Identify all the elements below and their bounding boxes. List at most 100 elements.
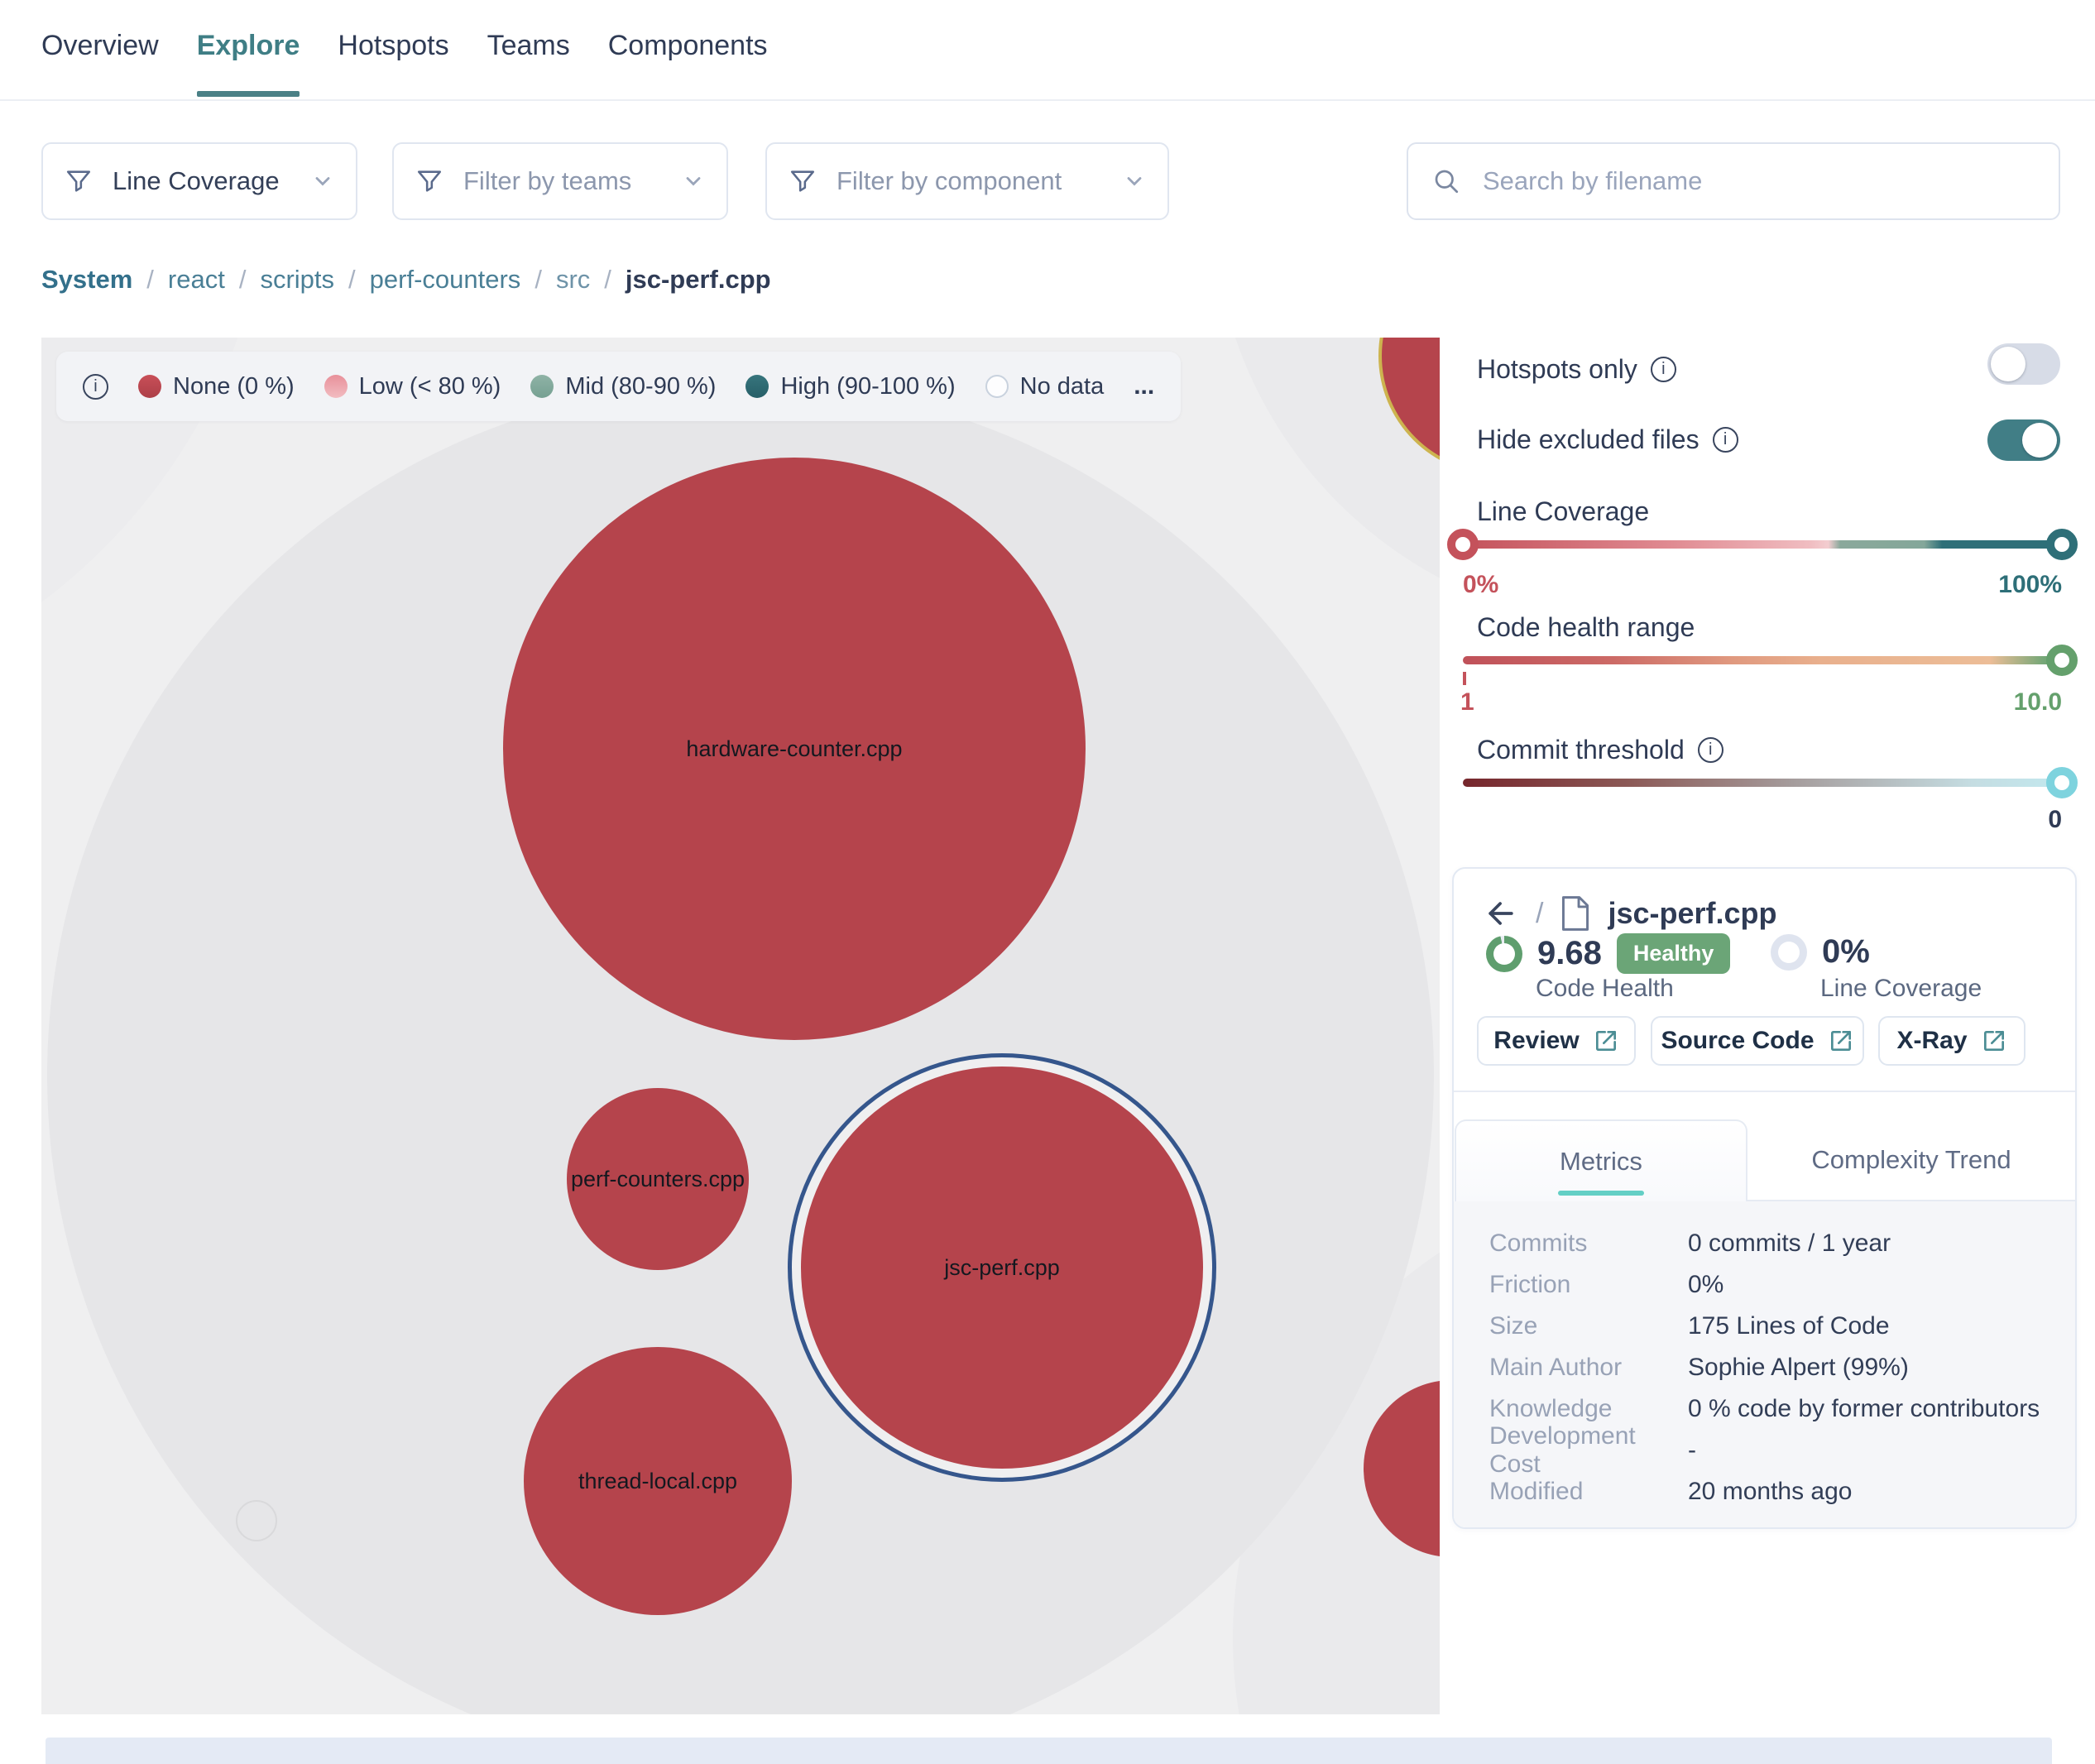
tab-complexity-trend[interactable]: Complexity Trend <box>1747 1119 2075 1200</box>
filename-search <box>1407 142 2060 220</box>
line-coverage-stat-label: Line Coverage <box>1820 975 1982 1003</box>
top-navigation: Overview Explore Hotspots Teams Components <box>0 0 2095 101</box>
hotspots-only-toggle[interactable] <box>1987 343 2060 385</box>
toggle-knob <box>2022 423 2057 458</box>
file-bubble-perf-counters-cpp[interactable]: perf-counters.cpp <box>567 1088 749 1270</box>
card-divider <box>1454 1091 2075 1092</box>
nav-tab-teams[interactable]: Teams <box>487 30 570 97</box>
mid-swatch-icon <box>530 375 554 398</box>
breadcrumb-item-scripts[interactable]: scripts <box>260 265 334 295</box>
metric-value: 0% <box>1688 1271 1723 1299</box>
legend-more[interactable]: ... <box>1134 372 1154 400</box>
line-coverage-max-value: 100% <box>1998 571 2062 599</box>
metric-label: Development Cost <box>1489 1422 1688 1479</box>
hide-excluded-toggle[interactable] <box>1987 419 2060 461</box>
line-coverage-min-handle[interactable] <box>1447 529 1479 560</box>
slider-track[interactable] <box>1463 779 2062 787</box>
line-coverage-max-handle[interactable] <box>2046 529 2078 560</box>
breadcrumb-item-jsc-perf-cpp: jsc-perf.cpp <box>626 265 771 295</box>
coverage-legend: i None (0 %) Low (< 80 %) Mid (80-90 %) Hig… <box>56 352 1181 421</box>
empty-bubble-outline <box>236 1500 277 1541</box>
metric-value: - <box>1688 1436 1696 1464</box>
breadcrumb-item-perf-counters[interactable]: perf-counters <box>370 265 521 295</box>
chevron-down-icon <box>1123 170 1146 193</box>
healthy-badge: Healthy <box>1617 933 1731 974</box>
teams-filter-dropdown[interactable]: Filter by teams <box>392 142 728 220</box>
breadcrumb-separator: / <box>348 265 356 295</box>
legend-item-mid[interactable]: Mid (80-90 %) <box>530 373 716 400</box>
component-filter-placeholder: Filter by component <box>837 166 1101 196</box>
funnel-icon <box>789 167 817 195</box>
metric-filter-dropdown[interactable]: Line Coverage <box>41 142 357 220</box>
nav-tab-hotspots[interactable]: Hotspots <box>338 30 448 97</box>
legend-item-high[interactable]: High (90-100 %) <box>745 373 955 400</box>
bubble-chart-canvas[interactable]: hardware-counter.cpp perf-counters.cpp jsc… <box>41 338 1440 1714</box>
commit-threshold-value: 0 <box>2048 806 2062 834</box>
file-detail-header: / jsc-perf.cpp <box>1483 895 1777 932</box>
funnel-icon <box>65 167 93 195</box>
metric-label: Commits <box>1489 1230 1688 1258</box>
commit-threshold-handle[interactable] <box>2046 767 2078 798</box>
code-health-stat: 9.68 Healthy <box>1486 933 1730 974</box>
bottom-section-edge <box>46 1738 2052 1764</box>
commit-threshold-info-icon[interactable]: i <box>1698 737 1723 763</box>
high-swatch-icon <box>745 375 769 398</box>
metric-value: 0 % code by former contributors <box>1688 1395 2040 1423</box>
bubble-label: thread-local.cpp <box>578 1469 737 1494</box>
line-coverage-min-value: 0% <box>1463 571 1498 599</box>
x-ray-button[interactable]: X-Ray <box>1878 1016 2025 1066</box>
legend-item-label: High (90-100 %) <box>780 373 955 400</box>
toggle-knob <box>1991 347 2025 381</box>
code-health-value: 9.68 <box>1537 935 1602 972</box>
legend-items: None (0 %) Low (< 80 %) Mid (80-90 %) High … <box>138 373 1104 400</box>
slider-track[interactable] <box>1463 540 2062 549</box>
legend-item-nodata[interactable]: No data <box>985 373 1105 400</box>
chevron-down-icon <box>311 170 334 193</box>
hotspots-only-label: Hotspots only i <box>1477 354 1676 385</box>
legend-item-none[interactable]: None (0 %) <box>138 373 295 400</box>
breadcrumb: System/react/scripts/perf-counters/src/j… <box>41 265 771 295</box>
legend-item-label: Mid (80-90 %) <box>565 373 716 400</box>
bubble-label: jsc-perf.cpp <box>944 1255 1060 1281</box>
legend-item-low[interactable]: Low (< 80 %) <box>324 373 501 400</box>
legend-info-icon[interactable]: i <box>83 374 108 400</box>
nav-tab-explore[interactable]: Explore <box>197 30 300 97</box>
nav-tab-components[interactable]: Components <box>608 30 768 97</box>
metric-value: 175 Lines of Code <box>1688 1312 1890 1340</box>
legend-item-label: None (0 %) <box>173 373 295 400</box>
line-coverage-donut <box>1771 934 1807 971</box>
code-health-slider-label: Code health range <box>1477 612 1695 643</box>
funnel-icon <box>415 167 443 195</box>
source-code-button[interactable]: Source Code <box>1651 1016 1864 1066</box>
hotspots-only-info-icon[interactable]: i <box>1651 357 1676 382</box>
metric-row-friction: Friction0% <box>1489 1264 2060 1306</box>
metric-filter-value: Line Coverage <box>113 166 290 196</box>
breadcrumb-item-react[interactable]: react <box>168 265 225 295</box>
code-health-min-value: 1 <box>1460 688 1474 717</box>
metric-label: Friction <box>1489 1271 1688 1299</box>
slider-track[interactable] <box>1463 656 2062 664</box>
file-bubble-thread-local-cpp[interactable]: thread-local.cpp <box>524 1347 792 1615</box>
metric-label: Size <box>1489 1312 1688 1340</box>
breadcrumb-item-src[interactable]: src <box>556 265 590 295</box>
code-health-min-tick[interactable] <box>1463 672 1466 685</box>
search-input[interactable] <box>1481 165 2035 197</box>
legend-item-label: Low (< 80 %) <box>359 373 501 400</box>
line-coverage-slider <box>1463 530 2062 559</box>
code-health-max-value: 10.0 <box>2014 688 2062 717</box>
line-coverage-stat: 0% <box>1771 933 1870 971</box>
back-arrow-icon[interactable] <box>1483 895 1519 932</box>
bubble-label: perf-counters.cpp <box>571 1167 745 1192</box>
tab-metrics[interactable]: Metrics <box>1455 1119 1747 1201</box>
file-bubble-hardware-counter-cpp[interactable]: hardware-counter.cpp <box>503 458 1086 1040</box>
component-filter-dropdown[interactable]: Filter by component <box>765 142 1169 220</box>
breadcrumb-separator: / <box>604 265 611 295</box>
hide-excluded-info-icon[interactable]: i <box>1713 427 1738 453</box>
breadcrumb-item-system[interactable]: System <box>41 265 132 295</box>
review-button[interactable]: Review <box>1477 1016 1636 1066</box>
breadcrumb-separator: / <box>146 265 154 295</box>
code-health-max-handle[interactable] <box>2046 645 2078 676</box>
path-separator: / <box>1536 898 1543 930</box>
nav-tab-overview[interactable]: Overview <box>41 30 159 97</box>
file-bubble-jsc-perf-cpp[interactable]: jsc-perf.cpp <box>801 1067 1203 1469</box>
